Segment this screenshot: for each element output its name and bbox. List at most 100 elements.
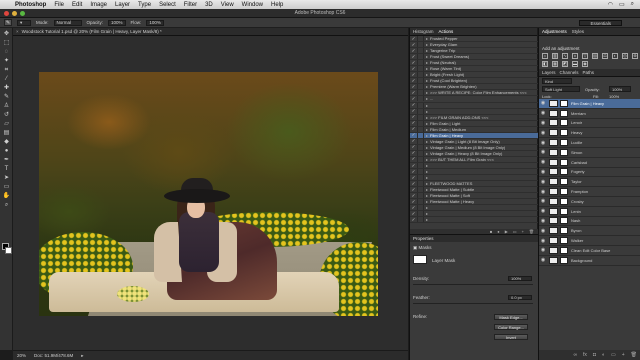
action-dialog-toggle[interactable] <box>417 163 424 168</box>
layer-visibility-icon[interactable]: ◉ <box>539 100 547 106</box>
action-enabled-check-icon[interactable]: ✓ <box>410 217 417 223</box>
path-select-tool-icon[interactable]: ➤ <box>2 174 11 181</box>
action-dialog-toggle[interactable] <box>417 181 424 187</box>
black-white-icon[interactable]: ◐ <box>612 53 618 59</box>
document-tab[interactable]: × Woodstock Tutorial 1.psd @ 20% (Film G… <box>13 28 408 36</box>
apple-icon[interactable] <box>4 1 10 8</box>
curves-icon[interactable]: ∿ <box>562 53 568 59</box>
action-dialog-toggle[interactable] <box>417 217 424 223</box>
action-dialog-toggle[interactable] <box>417 54 424 60</box>
layer-mask-thumbnail[interactable] <box>560 237 568 245</box>
density-input[interactable]: 100% <box>508 276 532 281</box>
eyedropper-tool-icon[interactable]: ⁄ <box>2 75 11 82</box>
zoom-window-button[interactable] <box>20 11 25 16</box>
action-dialog-toggle[interactable] <box>417 144 424 150</box>
menu-3d[interactable]: 3D <box>205 2 213 8</box>
layer-row[interactable]: ◉ Carlsbad <box>539 158 640 168</box>
hand-tool-icon[interactable]: ✋ <box>2 192 11 199</box>
battery-icon[interactable]: ▭ <box>619 1 625 8</box>
hue-saturation-icon[interactable]: ▤ <box>592 53 598 59</box>
layer-mask-thumbnail[interactable] <box>560 168 568 176</box>
levels-icon[interactable]: ▥ <box>552 53 558 59</box>
layer-visibility-icon[interactable]: ◉ <box>539 189 547 195</box>
layer-row[interactable]: ◉ Byron <box>539 226 640 237</box>
clone-stamp-tool-icon[interactable]: ♙ <box>2 102 11 109</box>
action-dialog-toggle[interactable] <box>417 66 424 72</box>
marquee-tool-icon[interactable]: ⬚ <box>2 39 11 46</box>
menu-select[interactable]: Select <box>159 2 176 8</box>
threshold-icon[interactable]: ◩ <box>562 61 568 67</box>
history-brush-tool-icon[interactable]: ↺ <box>2 111 11 118</box>
brush-preset-icon[interactable]: ✎ <box>4 19 12 26</box>
opacity-input[interactable]: 100% <box>108 19 126 26</box>
canvas-area[interactable] <box>13 36 408 350</box>
selective-color-icon[interactable]: ◉ <box>582 61 588 67</box>
action-dialog-toggle[interactable] <box>417 126 424 132</box>
layer-row[interactable]: ◉ Fogerty <box>539 168 640 178</box>
menu-app-name[interactable]: Photoshop <box>15 2 46 8</box>
action-dialog-toggle[interactable] <box>417 72 424 78</box>
action-expand-icon[interactable]: ▸ <box>424 175 430 180</box>
delete-layer-icon[interactable]: 🗑 <box>631 352 637 358</box>
layer-mask-thumbnail[interactable] <box>560 227 568 235</box>
photo-filter-icon[interactable]: ◎ <box>622 53 628 59</box>
layer-mask-thumbnail[interactable] <box>560 99 568 107</box>
layer-visibility-icon[interactable]: ◉ <box>539 159 547 165</box>
layer-mask-thumbnail[interactable] <box>560 256 568 264</box>
properties-tab[interactable]: Properties <box>410 235 538 242</box>
action-dialog-toggle[interactable] <box>417 193 424 199</box>
layer-visibility-icon[interactable]: ◉ <box>539 169 547 175</box>
action-row[interactable]: ✓ ▸ <box>410 217 538 224</box>
color-range-button[interactable]: Color Range... <box>494 324 528 330</box>
action-dialog-toggle[interactable] <box>417 102 424 108</box>
posterize-icon[interactable]: ▦ <box>552 61 558 67</box>
brush-size-picker[interactable]: ▾ <box>17 19 31 26</box>
layer-mask-thumbnail[interactable] <box>560 207 568 215</box>
mode-select[interactable]: Normal <box>53 19 82 26</box>
layer-mask-thumbnail[interactable] <box>560 158 568 166</box>
color-balance-icon[interactable]: ⚖ <box>602 53 608 59</box>
action-dialog-toggle[interactable] <box>417 90 424 96</box>
layer-row[interactable]: ◉ Simon <box>539 148 640 158</box>
wifi-icon[interactable]: ◠ <box>608 1 613 8</box>
action-dialog-toggle[interactable] <box>417 108 424 114</box>
layer-mask-thumbnail[interactable] <box>560 246 568 254</box>
layer-mask-thumbnail[interactable] <box>560 139 568 147</box>
action-expand-icon[interactable]: ▸ <box>424 163 430 168</box>
action-dialog-toggle[interactable] <box>417 205 424 211</box>
invert-button[interactable]: Invert <box>494 334 528 340</box>
brightness-contrast-icon[interactable]: ☼ <box>542 53 548 59</box>
menu-type[interactable]: Type <box>138 2 151 8</box>
gradient-map-icon[interactable]: ▬ <box>572 61 578 67</box>
layer-visibility-icon[interactable]: ◉ <box>539 179 547 185</box>
menu-window[interactable]: Window <box>242 2 263 8</box>
channel-mixer-icon[interactable]: ⊕ <box>632 53 638 59</box>
density-slider[interactable] <box>413 284 533 285</box>
layer-row[interactable]: ◉ Lenin <box>539 207 640 217</box>
zoom-level[interactable]: 20% <box>17 353 26 358</box>
action-expand-icon[interactable]: ▸ <box>424 109 430 114</box>
action-dialog-toggle[interactable] <box>417 138 424 144</box>
layer-mask-thumbnail[interactable] <box>560 217 568 225</box>
layer-mask-thumbnail[interactable] <box>560 188 568 196</box>
action-dialog-toggle[interactable] <box>417 175 424 181</box>
layer-visibility-icon[interactable]: ◉ <box>539 198 547 204</box>
layer-row[interactable]: ◉ Walker <box>539 236 640 246</box>
shape-tool-icon[interactable]: ▭ <box>2 183 11 190</box>
action-expand-icon[interactable]: ▸ <box>424 211 430 216</box>
tab-styles[interactable]: Styles <box>572 29 584 34</box>
action-dialog-toggle[interactable] <box>417 48 424 54</box>
eraser-tool-icon[interactable]: ▱ <box>2 120 11 127</box>
quick-select-tool-icon[interactable]: ✦ <box>2 57 11 64</box>
move-tool-icon[interactable]: ✥ <box>2 30 11 37</box>
layer-visibility-icon[interactable]: ◉ <box>539 247 547 253</box>
action-dialog-toggle[interactable] <box>417 96 424 102</box>
action-dialog-toggle[interactable] <box>417 36 424 42</box>
action-dialog-toggle[interactable] <box>417 169 424 175</box>
layer-visibility-icon[interactable]: ◉ <box>539 140 547 146</box>
layer-visibility-icon[interactable]: ◉ <box>539 208 547 214</box>
layer-visibility-icon[interactable]: ◉ <box>539 228 547 234</box>
layer-filter-kind[interactable]: Kind <box>542 78 572 84</box>
menu-filter[interactable]: Filter <box>184 2 197 8</box>
action-dialog-toggle[interactable] <box>417 156 424 162</box>
